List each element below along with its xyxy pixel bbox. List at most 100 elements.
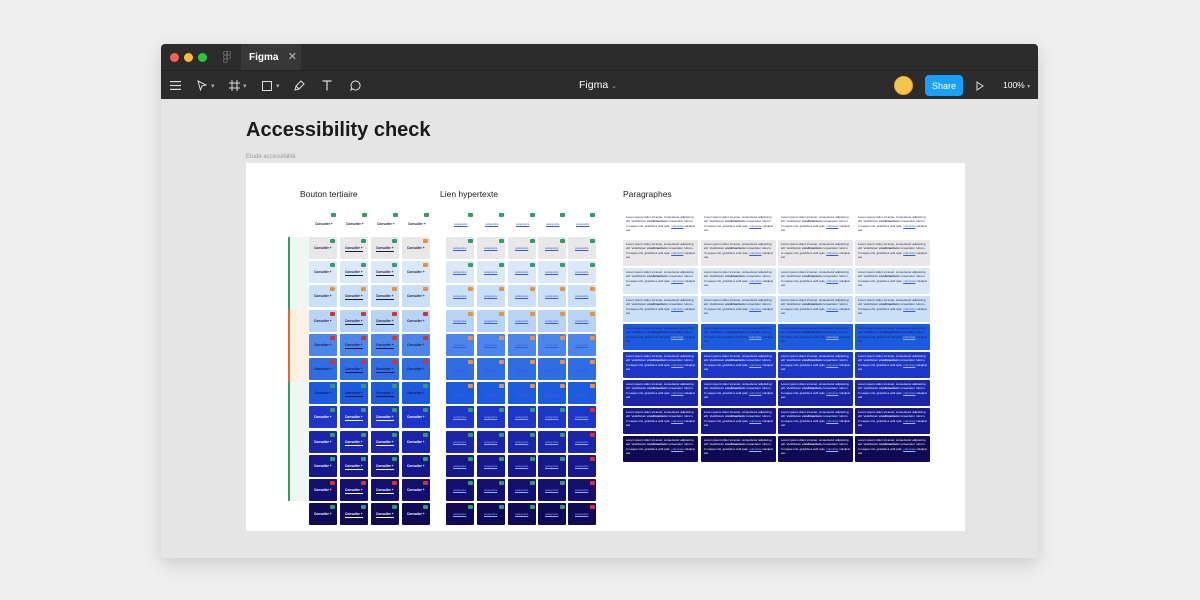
move-tool-icon <box>197 80 207 91</box>
paragraph-block[interactable]: Lorem ipsum dolor sit amet, consectetur … <box>623 324 698 350</box>
main-menu-button[interactable] <box>167 71 183 100</box>
canvas[interactable]: Accessibility check Etude accessibilité … <box>161 99 1038 558</box>
shape-tool-button[interactable] <box>260 71 274 100</box>
title-bar: Figma ✕ <box>161 44 1038 70</box>
pen-tool-button[interactable] <box>292 71 306 100</box>
avatar[interactable] <box>894 76 913 95</box>
paragraph-block[interactable]: Lorem ipsum dolor sit amet, consectetur … <box>701 213 776 239</box>
pass-tag <box>468 408 473 413</box>
warn-tag <box>499 287 504 292</box>
link-sample: paragraphe <box>484 368 498 371</box>
paragraph-block[interactable]: Lorem ipsum dolor sit amet, consectetur … <box>855 436 930 462</box>
paragraph-block[interactable]: Lorem ipsum dolor sit amet, consectetur … <box>623 380 698 406</box>
paragraph-block[interactable]: Lorem ipsum dolor sit amet, consectetur … <box>778 324 853 350</box>
pass-tag <box>392 263 397 268</box>
pass-tag <box>330 456 335 461</box>
button-sample: Consulter + <box>407 463 425 468</box>
zoom-control[interactable]: 100% ▾ <box>1003 80 1030 90</box>
fail-tag <box>330 360 335 364</box>
link-sample: paragraphe <box>515 489 529 492</box>
paragraph-block[interactable]: Lorem ipsum dolor sit amet, consectetur … <box>701 296 776 322</box>
paragraph-block[interactable]: Lorem ipsum dolor sit amet, consectetur … <box>701 380 776 406</box>
paragraph-block[interactable]: Lorem ipsum dolor sit amet, consectetur … <box>855 352 930 378</box>
close-window-button[interactable] <box>170 53 179 62</box>
button-underline <box>345 347 363 349</box>
section-title-button: Bouton tertiaire <box>300 189 358 199</box>
button-underline <box>345 493 363 494</box>
present-button[interactable] <box>974 71 986 100</box>
warn-tag <box>560 335 565 340</box>
button-sample: Consulter + <box>407 270 425 275</box>
frame-tool-chevron-icon[interactable]: ▾ <box>243 82 247 90</box>
paragraph-block[interactable]: Lorem ipsum dolor sit amet, consectetur … <box>778 296 853 322</box>
fail-tag <box>392 360 397 364</box>
frame-tool-button[interactable] <box>227 71 241 100</box>
text-tool-button[interactable] <box>320 71 334 100</box>
paragraph-block[interactable]: Lorem ipsum dolor sit amet, consectetur … <box>855 296 930 322</box>
document-title[interactable]: Figma ⌄ <box>579 79 617 91</box>
minimize-window-button[interactable] <box>184 53 193 62</box>
comment-tool-icon <box>349 80 361 91</box>
paragraph-block[interactable]: Lorem ipsum dolor sit amet, consectetur … <box>778 436 853 462</box>
button-sample: Consulter + <box>345 367 363 371</box>
warn-tag <box>560 360 565 364</box>
fail-tag <box>423 335 428 340</box>
pass-tag <box>330 505 335 510</box>
section-title-paragraphs: Paragraphes <box>623 189 672 199</box>
paragraph-block[interactable]: Lorem ipsum dolor sit amet, consectetur … <box>855 380 930 406</box>
paragraph-block[interactable]: Lorem ipsum dolor sit amet, consectetur … <box>778 408 853 434</box>
button-sample: Consulter + <box>345 246 363 250</box>
maximize-window-button[interactable] <box>198 53 207 62</box>
paragraph-block[interactable]: Lorem ipsum dolor sit amet, consectetur … <box>778 268 853 294</box>
paragraph-block[interactable]: Lorem ipsum dolor sit amet, consectetur … <box>623 436 698 462</box>
paragraph-block[interactable]: Lorem ipsum dolor sit amet, consectetur … <box>701 240 776 266</box>
pass-tag <box>530 432 535 437</box>
frame-label[interactable]: Etude accessibilité <box>246 154 296 160</box>
file-tab[interactable]: Figma ✕ <box>241 44 301 70</box>
button-sample: Consulter + <box>345 342 363 347</box>
button-sample: Consulter + <box>314 246 332 250</box>
button-sample: Consulter + <box>345 512 363 517</box>
close-tab-icon[interactable]: ✕ <box>288 50 297 63</box>
button-underline <box>376 493 394 494</box>
paragraph-block[interactable]: Lorem ipsum dolor sit amet, consectetur … <box>855 268 930 294</box>
paragraph-block[interactable]: Lorem ipsum dolor sit amet, consectetur … <box>855 240 930 266</box>
warn-tag <box>468 384 473 389</box>
paragraph-block[interactable]: Lorem ipsum dolor sit amet, consectetur … <box>855 213 930 239</box>
file-tab-label: Figma <box>249 51 279 63</box>
paragraph-block[interactable]: Lorem ipsum dolor sit amet, consectetur … <box>623 240 698 266</box>
shape-tool-chevron-icon[interactable]: ▾ <box>276 82 280 90</box>
button-underline <box>345 420 363 422</box>
comment-tool-button[interactable] <box>348 71 362 100</box>
pass-tag <box>499 239 504 243</box>
accessibility-frame[interactable]: Bouton tertiaire Lien hypertexte Paragra… <box>246 163 965 531</box>
button-sample: Consulter + <box>314 512 332 517</box>
link-sample: paragraphe <box>515 368 529 371</box>
move-tool-chevron-icon[interactable]: ▾ <box>211 82 215 90</box>
paragraph-block[interactable]: Lorem ipsum dolor sit amet, consectetur … <box>701 268 776 294</box>
paragraph-block[interactable]: Lorem ipsum dolor sit amet, consectetur … <box>623 408 698 434</box>
paragraph-block[interactable]: Lorem ipsum dolor sit amet, consectetur … <box>701 436 776 462</box>
paragraph-block[interactable]: Lorem ipsum dolor sit amet, consectetur … <box>701 408 776 434</box>
paragraph-block[interactable]: Lorem ipsum dolor sit amet, consectetur … <box>778 380 853 406</box>
move-tool-button[interactable] <box>195 71 209 100</box>
share-button[interactable]: Share <box>925 75 963 96</box>
link-sample-header: paragraphe <box>485 223 499 226</box>
paragraph-block[interactable]: Lorem ipsum dolor sit amet, consectetur … <box>778 213 853 239</box>
link-sample: paragraphe <box>575 392 589 396</box>
paragraph-block[interactable]: Lorem ipsum dolor sit amet, consectetur … <box>778 240 853 266</box>
paragraph-block[interactable]: Lorem ipsum dolor sit amet, consectetur … <box>855 408 930 434</box>
link-sample: paragraphe <box>545 489 559 492</box>
document-title-chevron-icon: ⌄ <box>611 83 617 90</box>
paragraph-block[interactable]: Lorem ipsum dolor sit amet, consectetur … <box>623 268 698 294</box>
paragraph-block[interactable]: Lorem ipsum dolor sit amet, consectetur … <box>855 324 930 350</box>
paragraph-block[interactable]: Lorem ipsum dolor sit amet, consectetur … <box>623 296 698 322</box>
link-sample: paragraphe <box>484 440 498 444</box>
paragraph-block[interactable]: Lorem ipsum dolor sit amet, consectetur … <box>623 213 698 239</box>
paragraph-block[interactable]: Lorem ipsum dolor sit amet, consectetur … <box>701 324 776 350</box>
link-sample: paragraphe <box>545 464 559 468</box>
paragraph-block[interactable]: Lorem ipsum dolor sit amet, consectetur … <box>778 352 853 378</box>
paragraph-block[interactable]: Lorem ipsum dolor sit amet, consectetur … <box>623 352 698 378</box>
paragraph-block[interactable]: Lorem ipsum dolor sit amet, consectetur … <box>701 352 776 378</box>
pass-tag <box>361 239 366 243</box>
